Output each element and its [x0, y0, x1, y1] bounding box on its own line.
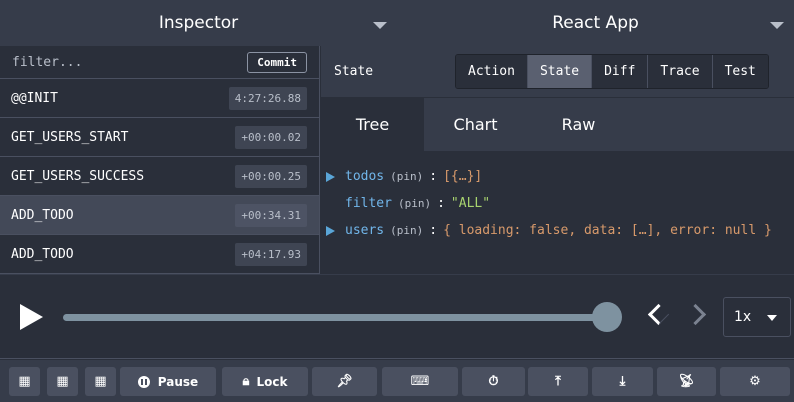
tree-value: "ALL": [450, 196, 491, 211]
chevron-down-icon: [770, 22, 784, 29]
action-name: GET_USERS_SUCCESS: [11, 168, 145, 184]
lock-icon: 🔒︎: [242, 374, 250, 389]
filter-row: Commit: [0, 46, 319, 79]
speed-select[interactable]: 1x: [723, 297, 791, 337]
tree-key: users: [345, 223, 385, 238]
state-tree: todos (pin) : [{…}] filter (pin) : "ALL"…: [321, 151, 794, 244]
action-time[interactable]: +00:00.02: [235, 125, 307, 149]
lock-button[interactable]: 🔒︎ Lock: [222, 367, 308, 396]
lock-label: Lock: [256, 374, 288, 389]
tree-node: filter (pin) : "ALL": [326, 190, 794, 217]
play-icon[interactable]: [20, 304, 43, 330]
action-row[interactable]: @@INIT 4:27:26.88: [0, 79, 319, 118]
pause-button[interactable]: Pause: [120, 367, 216, 396]
timer-off-icon: ⏱: [488, 374, 499, 389]
tree-key: filter: [345, 196, 392, 211]
slider-bar: 1x: [0, 274, 794, 359]
remote-icon: 📡︎: [678, 374, 695, 389]
action-row[interactable]: ADD_TODO +04:17.93: [0, 235, 319, 274]
tab-test[interactable]: Test: [712, 55, 768, 88]
export-button[interactable]: ⤓: [592, 367, 653, 396]
dock-right-button[interactable]: ▦: [47, 367, 78, 396]
action-name: GET_USERS_START: [11, 129, 129, 145]
action-time[interactable]: +04:17.93: [235, 242, 307, 266]
upload-icon: ⤒: [555, 374, 561, 389]
action-row[interactable]: GET_USERS_START +00:00.02: [0, 118, 319, 157]
download-icon: ⤓: [619, 374, 626, 389]
action-row-selected[interactable]: ADD_TODO +00:34.31: [0, 196, 319, 235]
tab-action[interactable]: Action: [456, 55, 528, 88]
pin-icon: 📌︎: [336, 374, 353, 389]
action-time[interactable]: 4:27:26.88: [228, 86, 307, 110]
instance-select[interactable]: React App: [397, 0, 794, 46]
monitor-select-label: Inspector: [158, 13, 239, 33]
commit-button[interactable]: Commit: [247, 51, 307, 73]
instance-select-label: React App: [552, 13, 639, 33]
pin-link[interactable]: (pin): [398, 197, 431, 210]
slider-track[interactable]: [63, 314, 608, 321]
view-tabs: Tree Chart Raw: [321, 98, 794, 151]
tree-colon: :: [429, 223, 438, 238]
speed-value: 1x: [734, 309, 752, 325]
chevron-down-icon: [767, 315, 777, 321]
chevron-down-icon: [373, 22, 387, 29]
remote-button[interactable]: 📡︎: [657, 367, 716, 396]
dock-left-button[interactable]: ▦: [9, 367, 40, 396]
timer-button[interactable]: ⏱: [462, 367, 525, 396]
action-name: @@INIT: [11, 90, 58, 106]
dock-bottom-button[interactable]: ▦: [85, 367, 116, 396]
tree-value: [{…}]: [443, 169, 483, 184]
tree-colon: :: [429, 169, 438, 184]
inspector-panel: State Action State Diff Trace Test Tree …: [321, 46, 794, 274]
filter-input[interactable]: [12, 54, 248, 70]
action-name: ADD_TODO: [11, 246, 74, 262]
action-list-panel: Commit @@INIT 4:27:26.88 GET_USERS_START…: [0, 46, 320, 274]
import-button[interactable]: ⤒: [528, 367, 588, 396]
pin-link[interactable]: (pin): [390, 224, 423, 237]
top-bar: Inspector React App: [0, 0, 794, 46]
action-row[interactable]: GET_USERS_SUCCESS +00:00.25: [0, 157, 319, 196]
pin-link[interactable]: (pin): [390, 170, 423, 183]
tree-key: todos: [345, 169, 385, 184]
action-time[interactable]: +00:00.25: [235, 164, 307, 188]
tab-raw[interactable]: Raw: [527, 98, 630, 151]
tab-tree[interactable]: Tree: [321, 98, 424, 151]
gear-icon: ⚙: [749, 374, 761, 389]
dock-left-icon: ▦: [18, 374, 31, 389]
action-name: ADD_TODO: [11, 207, 74, 223]
tree-colon: :: [437, 196, 445, 211]
pause-icon: [137, 375, 150, 388]
tab-chart[interactable]: Chart: [424, 98, 527, 151]
slider-thumb[interactable]: [592, 302, 622, 332]
settings-button[interactable]: ⚙: [720, 367, 790, 396]
keyboard-button[interactable]: ⌨: [382, 367, 458, 396]
tree-node[interactable]: todos (pin) : [{…}]: [326, 163, 794, 190]
keyboard-icon: ⌨: [410, 374, 430, 389]
inspector-header: State Action State Diff Trace Test: [321, 46, 794, 98]
expand-arrow-icon[interactable]: [326, 171, 335, 182]
pin-button[interactable]: 📌︎: [312, 367, 377, 396]
dock-right-icon: ▦: [56, 374, 69, 389]
inspector-title: State: [334, 64, 374, 79]
expand-arrow-icon[interactable]: [326, 225, 335, 236]
action-time[interactable]: +00:34.31: [235, 203, 307, 227]
inspector-tabs: Action State Diff Trace Test: [455, 54, 769, 89]
tab-trace[interactable]: Trace: [648, 55, 713, 88]
tree-node[interactable]: users (pin) : { loading: false, data: [……: [326, 217, 794, 244]
bottom-toolbar: ▦ ▦ ▦ Pause 🔒︎ Lock 📌︎ ⌨ ⏱ ⤒ ⤓ 📡︎ ⚙: [0, 360, 794, 402]
tree-value: { loading: false, data: […], error: null…: [443, 223, 772, 238]
step-forward-icon[interactable]: [684, 303, 707, 326]
dock-bottom-icon: ▦: [94, 374, 107, 389]
pause-label: Pause: [157, 374, 199, 389]
monitor-select[interactable]: Inspector: [0, 0, 397, 46]
tab-diff[interactable]: Diff: [592, 55, 649, 88]
step-back-icon[interactable]: [647, 303, 670, 326]
tab-state[interactable]: State: [527, 55, 593, 88]
